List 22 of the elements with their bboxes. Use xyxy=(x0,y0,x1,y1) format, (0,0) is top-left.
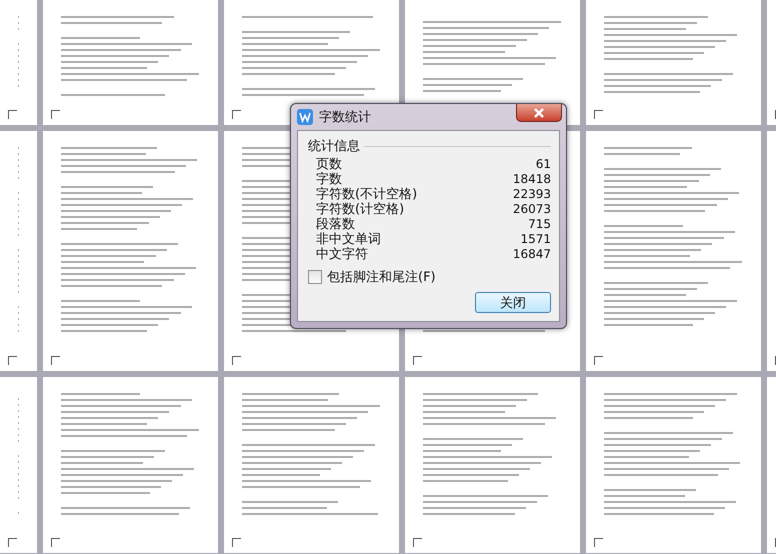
stat-value: 61 xyxy=(536,157,551,172)
stat-value: 22393 xyxy=(512,187,551,202)
app-logo-icon xyxy=(297,109,313,125)
stat-label: 字符数(不计空格) xyxy=(316,187,418,202)
close-icon xyxy=(533,108,545,118)
dialog-title: 字数统计 xyxy=(319,109,372,126)
close-dialog-button[interactable]: 关闭 xyxy=(475,292,551,313)
checkbox-label: 包括脚注和尾注(F) xyxy=(327,269,436,286)
stat-value: 715 xyxy=(528,217,551,232)
stat-value: 26073 xyxy=(512,202,551,217)
stat-value: 1571 xyxy=(520,232,551,247)
stat-label: 字符数(计空格) xyxy=(316,202,404,217)
stat-label: 非中文单词 xyxy=(316,232,381,247)
close-button[interactable] xyxy=(516,104,562,122)
stat-label: 中文字符 xyxy=(316,247,368,262)
stat-label: 段落数 xyxy=(316,217,355,232)
stat-value: 18418 xyxy=(512,172,551,187)
checkbox[interactable] xyxy=(308,270,322,284)
group-label: 统计信息 xyxy=(308,138,360,155)
stat-label: 页数 xyxy=(316,157,342,172)
stat-label: 字数 xyxy=(316,172,342,187)
stat-value: 16847 xyxy=(512,247,551,262)
